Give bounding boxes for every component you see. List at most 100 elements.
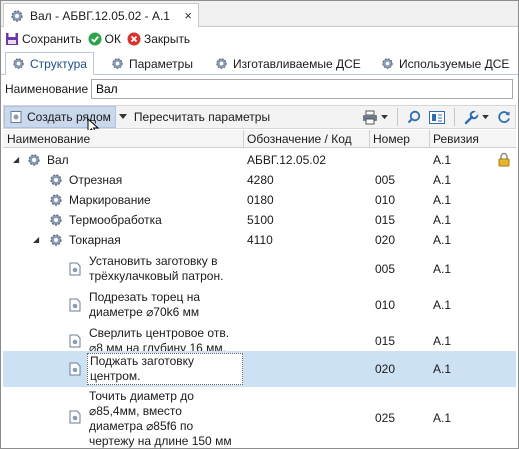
close-button[interactable]: Закрыть	[127, 32, 190, 46]
row-name: Установить заготовку в трёхкулачковый па…	[89, 254, 223, 284]
gear-icon	[28, 154, 40, 166]
structure-tree-grid: Наименование Обозначение / Код Номер Рев…	[3, 130, 516, 448]
card-icon	[429, 110, 445, 124]
row-designation: АБВГ.12.05.02	[247, 153, 326, 167]
card-view-button[interactable]	[425, 106, 449, 128]
search-icon	[407, 110, 421, 124]
row-designation: 5100	[247, 213, 274, 227]
print-button[interactable]	[358, 106, 392, 128]
gear-icon	[112, 58, 123, 69]
document-icon	[69, 262, 81, 276]
row-name: Токарная	[69, 233, 121, 247]
refresh-icon	[498, 111, 510, 123]
ok-button[interactable]: ОК	[88, 32, 121, 46]
save-icon	[6, 33, 18, 45]
column-divider	[429, 130, 430, 148]
row-number: 020	[375, 362, 396, 376]
search-button[interactable]	[403, 106, 425, 128]
tree-row-step[interactable]: Точить диаметр до ⌀85,4мм, вместо диамет…	[3, 387, 516, 448]
tab-structure-label: Структура	[30, 56, 87, 71]
row-revision: А.1	[433, 173, 452, 187]
row-name-line: ⌀85,4мм, вместо	[89, 404, 182, 418]
tab-manufactured[interactable]: Изготавливаемые ДСЕ	[209, 52, 367, 75]
tree-row-root[interactable]: ◢ Вал АБВГ.12.05.02 А.1	[3, 150, 516, 170]
recalc-params-button[interactable]: Пересчитать параметры	[130, 106, 274, 128]
row-number: 005	[375, 262, 396, 276]
row-revision: А.1	[433, 193, 452, 207]
tree-row-step[interactable]: Подрезать торец на диаметре ⌀70k6 мм 010…	[3, 287, 516, 323]
row-revision: А.1	[433, 262, 452, 276]
close-tab-icon[interactable]: ×	[184, 8, 192, 23]
row-revision: А.1	[433, 362, 452, 376]
expand-toggle-icon[interactable]: ◢	[13, 155, 19, 164]
name-field-row: Наименование	[1, 78, 518, 100]
row-name-line: диаметре ⌀70k6 мм	[89, 305, 200, 319]
chevron-down-icon	[118, 114, 127, 119]
tree-row-operation[interactable]: Отрезная 4280 005 А.1	[3, 170, 516, 190]
tab-structure[interactable]: Структура	[5, 52, 94, 75]
tree-row-step[interactable]: Установить заготовку в трёхкулачковый па…	[3, 251, 516, 287]
tree-row-step-selected[interactable]: Поджать заготовку центром. 020 А.1	[3, 351, 516, 387]
row-name-line: Подрезать торец на	[89, 290, 201, 304]
column-header-number[interactable]: Номер	[373, 132, 410, 146]
document-icon	[69, 362, 81, 376]
tab-used-label: Используемые ДСЕ	[399, 56, 510, 71]
row-name-line: Сверлить центровое отв.	[89, 326, 230, 340]
add-node-icon	[10, 111, 22, 123]
ok-label: ОК	[104, 32, 121, 46]
row-name-line: Установить заготовку в	[89, 254, 218, 268]
row-name-line: Точить диаметр до	[89, 389, 194, 403]
name-field-label: Наименование	[5, 82, 89, 96]
create-near-dropdown[interactable]	[116, 106, 130, 128]
section-tabs: Структура Параметры Изготавливаемые ДСЕ …	[1, 51, 518, 75]
row-name: Термообработка	[69, 213, 162, 227]
toolbar-separator	[397, 108, 398, 126]
close-label: Закрыть	[143, 32, 191, 46]
column-header-name[interactable]: Наименование	[7, 132, 90, 146]
settings-button[interactable]	[460, 106, 493, 128]
recalc-params-label: Пересчитать параметры	[133, 110, 271, 124]
column-header-revision[interactable]: Ревизия	[433, 132, 479, 146]
tree-row-operation[interactable]: ◢ Токарная 4110 020 А.1	[3, 230, 516, 250]
column-header-designation[interactable]: Обозначение / Код	[247, 132, 352, 146]
row-number: 015	[375, 334, 396, 348]
chevron-down-icon	[482, 114, 489, 119]
row-name-line: чертежу на длине 150 мм	[89, 434, 232, 448]
row-name: Маркирование	[69, 193, 151, 207]
tree-row-operation[interactable]: Маркирование 0180 010 А.1	[3, 190, 516, 210]
row-name: Вал	[47, 153, 69, 167]
row-revision: А.1	[433, 334, 452, 348]
action-toolbar: Сохранить ОК Закрыть	[1, 28, 196, 50]
tab-used[interactable]: Используемые ДСЕ	[375, 52, 515, 75]
row-name-line: трёхкулачковый патрон.	[89, 269, 224, 283]
gear-icon	[50, 214, 62, 226]
row-name: Подрезать торец на диаметре ⌀70k6 мм	[89, 290, 200, 320]
wrench-icon	[464, 110, 479, 124]
tab-manufactured-label: Изготавливаемые ДСЕ	[233, 56, 361, 71]
save-label: Сохранить	[22, 32, 82, 46]
row-name-editor[interactable]: Поджать заготовку центром.	[87, 353, 243, 385]
row-number: 025	[375, 411, 396, 425]
row-revision: А.1	[433, 411, 452, 425]
gear-icon	[11, 9, 23, 22]
name-input[interactable]	[91, 79, 513, 99]
row-designation: 4110	[247, 233, 273, 247]
tree-toolbar: Создать рядом Пересчитать параметры	[3, 105, 516, 129]
tree-row-operation[interactable]: Термообработка 5100 015 А.1	[3, 210, 516, 230]
refresh-button[interactable]	[493, 106, 515, 128]
save-button[interactable]: Сохранить	[5, 32, 82, 46]
tab-parameters[interactable]: Параметры	[105, 52, 199, 75]
expand-toggle-icon[interactable]: ◢	[33, 235, 39, 244]
gear-icon	[216, 58, 227, 69]
row-name-line: диаметра ⌀85f6 по	[89, 419, 194, 433]
document-tab-title: Вал - АБВГ.12.05.02 - А.1	[30, 8, 170, 23]
gear-icon	[50, 234, 62, 246]
row-name-line: центром.	[90, 369, 141, 383]
close-icon	[127, 32, 141, 46]
toolbar-separator	[454, 108, 455, 126]
column-divider	[369, 130, 370, 148]
row-designation: 4280	[247, 173, 274, 187]
check-icon	[88, 32, 102, 46]
document-tab[interactable]: Вал - АБВГ.12.05.02 - А.1 ×	[3, 3, 199, 27]
row-revision: А.1	[433, 298, 452, 312]
